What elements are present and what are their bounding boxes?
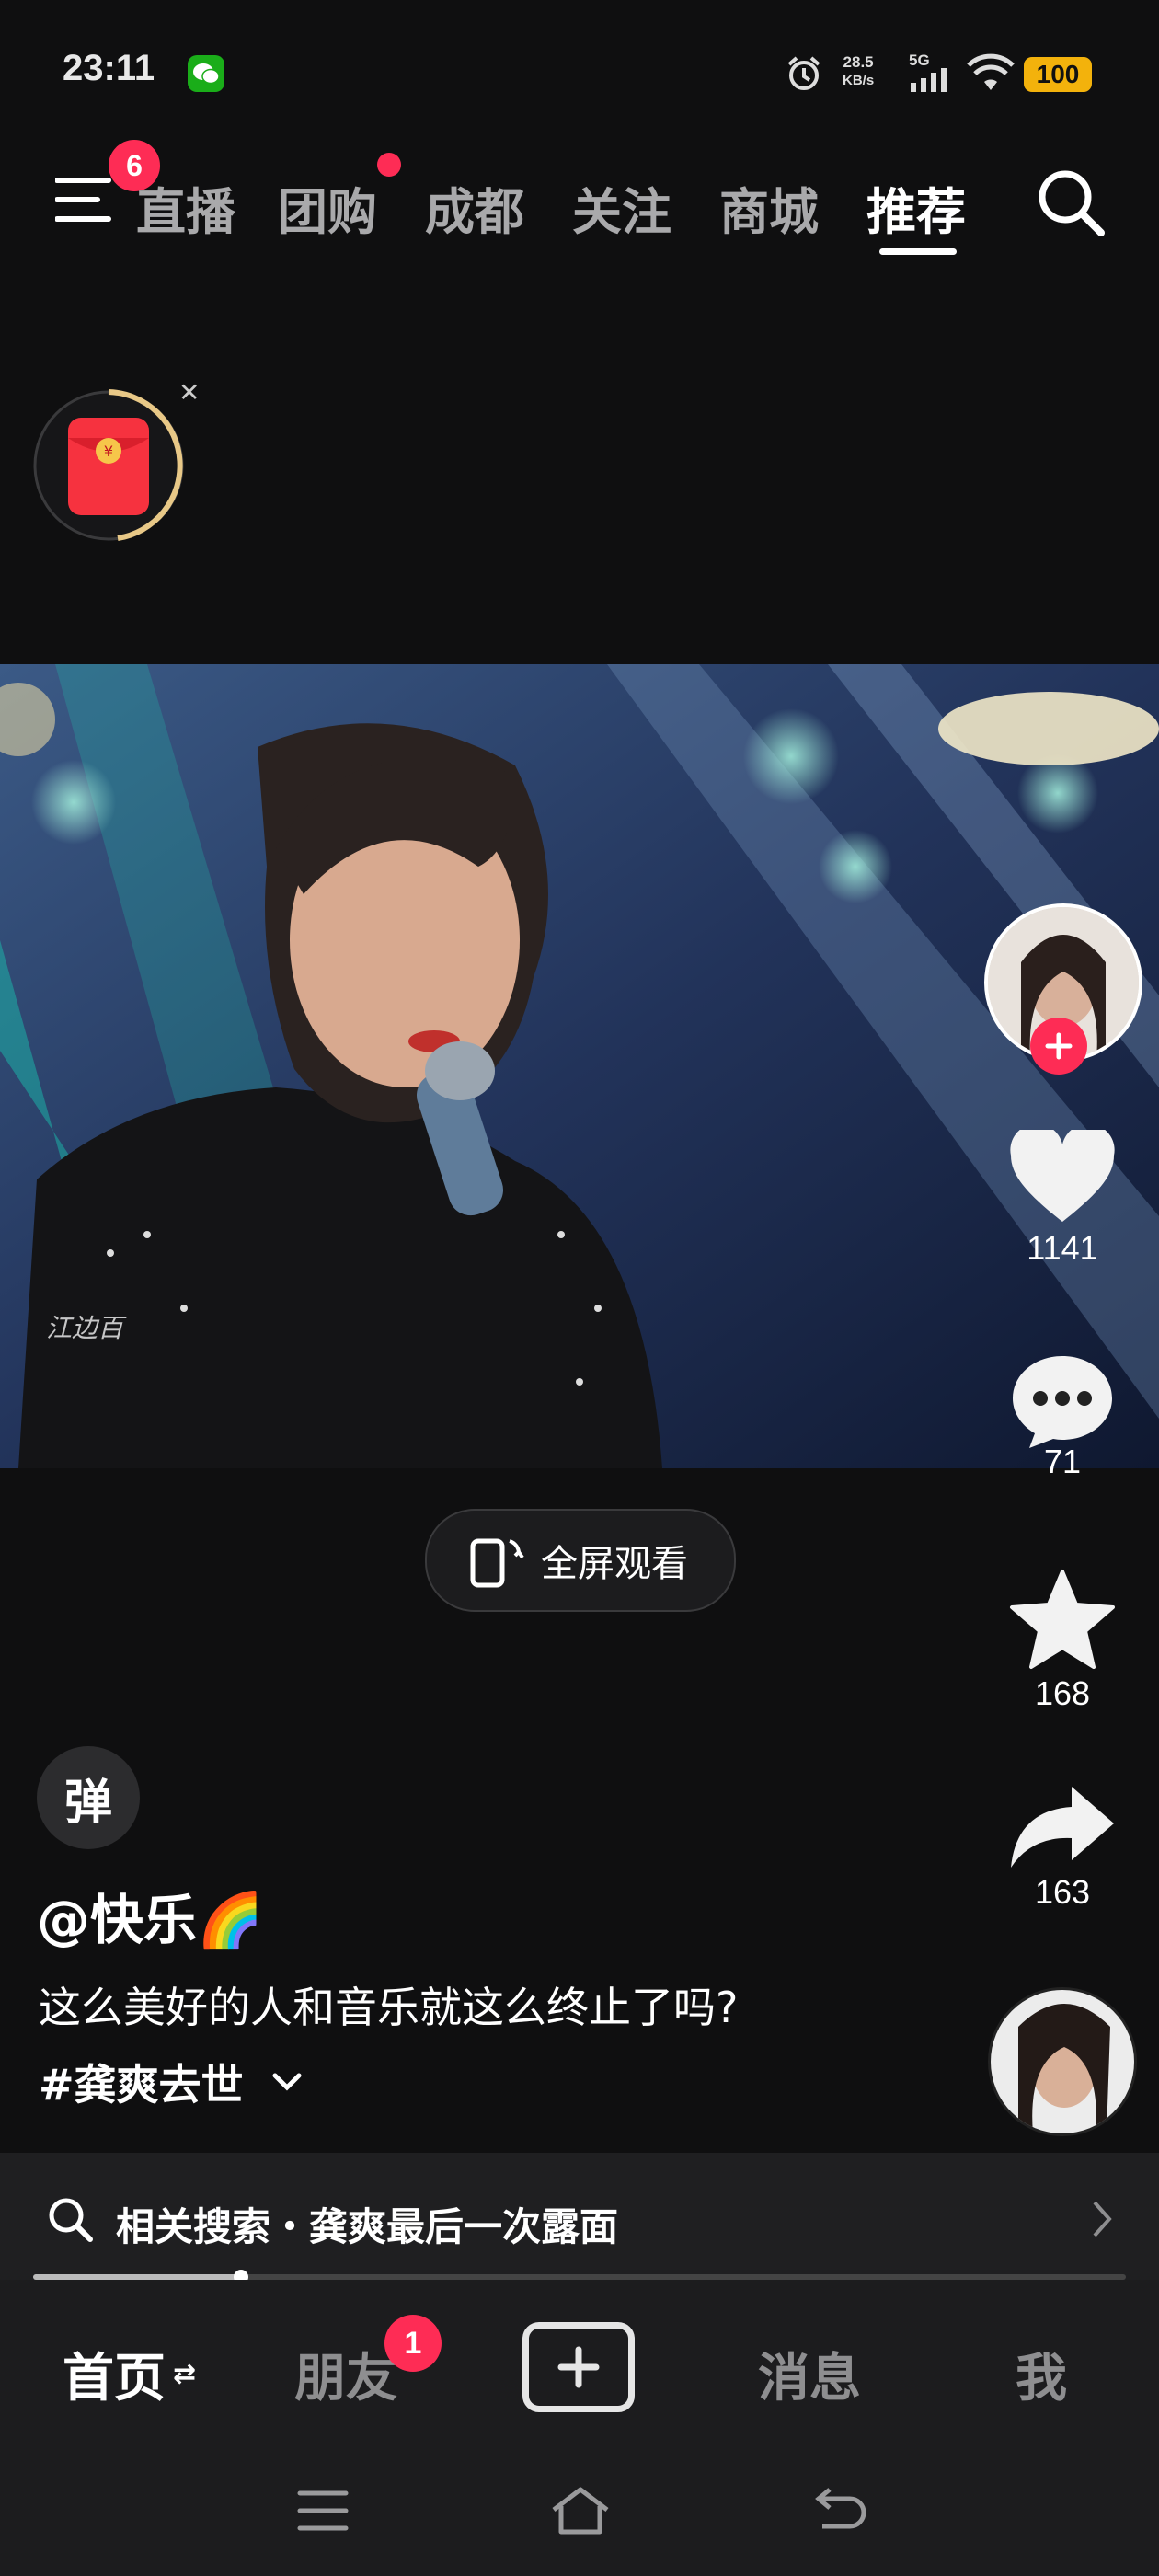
nav-back-icon[interactable] [809,2486,866,2536]
follow-button[interactable] [1030,1018,1087,1075]
red-packet-icon: ¥ [68,418,149,515]
tab-recommend[interactable]: 推荐 [866,171,966,244]
menu-button[interactable] [54,175,114,224]
comment-button[interactable]: 71 [993,1352,1131,1509]
wifi-icon [966,53,1016,96]
status-time: 23:11 [63,48,155,88]
share-button[interactable]: 163 [993,1783,1131,1939]
favorite-button[interactable]: 168 [993,1568,1131,1724]
tab-following[interactable]: 关注 [572,171,671,244]
search-button[interactable] [1034,166,1107,239]
rotate-screen-icon [470,1538,524,1588]
danmaku-label: 弹 [63,1775,112,1831]
tab-city[interactable]: 成都 [425,171,524,244]
fullscreen-label: 全屏观看 [541,1543,688,1585]
nav-menu-icon[interactable] [296,2488,350,2534]
author-name[interactable]: @快乐🌈 [37,1877,263,1954]
swap-icon: ⇄ [173,2358,197,2390]
tab-dot [377,153,401,177]
active-tab-indicator [879,248,957,255]
search-icon [1039,170,1105,236]
tab-live[interactable]: 直播 [132,171,235,244]
hashtag-text: #龚爽去世 [39,2060,244,2110]
search-icon [49,2198,93,2242]
alarm-icon [784,53,824,98]
like-button[interactable]: 1141 [993,1123,1131,1295]
star-icon [1010,1570,1115,1669]
favorite-count: 168 [1034,1674,1091,1712]
comment-icon [1013,1356,1112,1448]
video-watermark: 江边百 [46,1313,124,1343]
friends-badge: 1 [384,2315,442,2372]
music-disc[interactable] [988,1987,1137,2136]
add-icon [1045,1032,1073,1060]
signal-icon: 5G [909,52,947,92]
nav-home-icon[interactable] [548,2484,613,2537]
nav-friends[interactable]: 朋友 [294,2337,397,2411]
battery-indicator: 100 [1024,57,1092,92]
nav-me[interactable]: 我 [1016,2337,1067,2411]
nav-messages[interactable]: 消息 [758,2337,861,2411]
share-count: 163 [1034,1873,1091,1911]
svg-text:¥: ¥ [104,443,113,460]
nav-home-label: 首页 [63,2349,166,2409]
create-button[interactable] [522,2322,635,2412]
share-icon [1011,1787,1114,1868]
tab-group-buy[interactable]: 团购 [278,171,377,244]
post-caption: 这么美好的人和音乐就这么终止了吗? [39,1983,739,2032]
post-hashtag[interactable]: #龚爽去世 [39,2052,303,2112]
tab-mall[interactable]: 商城 [719,171,819,244]
danmaku-button[interactable]: 弹 [37,1746,140,1849]
add-icon [557,2346,600,2388]
net-type: 5G [909,52,930,69]
red-packet-widget[interactable]: ¥ [31,386,189,545]
net-speed: 28.5 KB/s [843,53,875,88]
heart-icon [1010,1123,1115,1222]
wechat-icon [188,55,224,92]
like-count: 1141 [1027,1229,1098,1267]
related-search-label: 相关搜索・龚爽最后一次露面 [116,2204,619,2249]
close-icon[interactable]: ✕ [178,377,200,408]
chevron-down-icon[interactable] [271,2072,303,2092]
nav-home[interactable]: 首页 ⇄ [63,2337,196,2411]
menu-icon [54,178,111,222]
video-frame[interactable]: 江边百 [0,664,1159,1468]
fullscreen-button[interactable]: 全屏观看 [425,1509,736,1612]
chevron-right-icon [1093,2201,1112,2237]
